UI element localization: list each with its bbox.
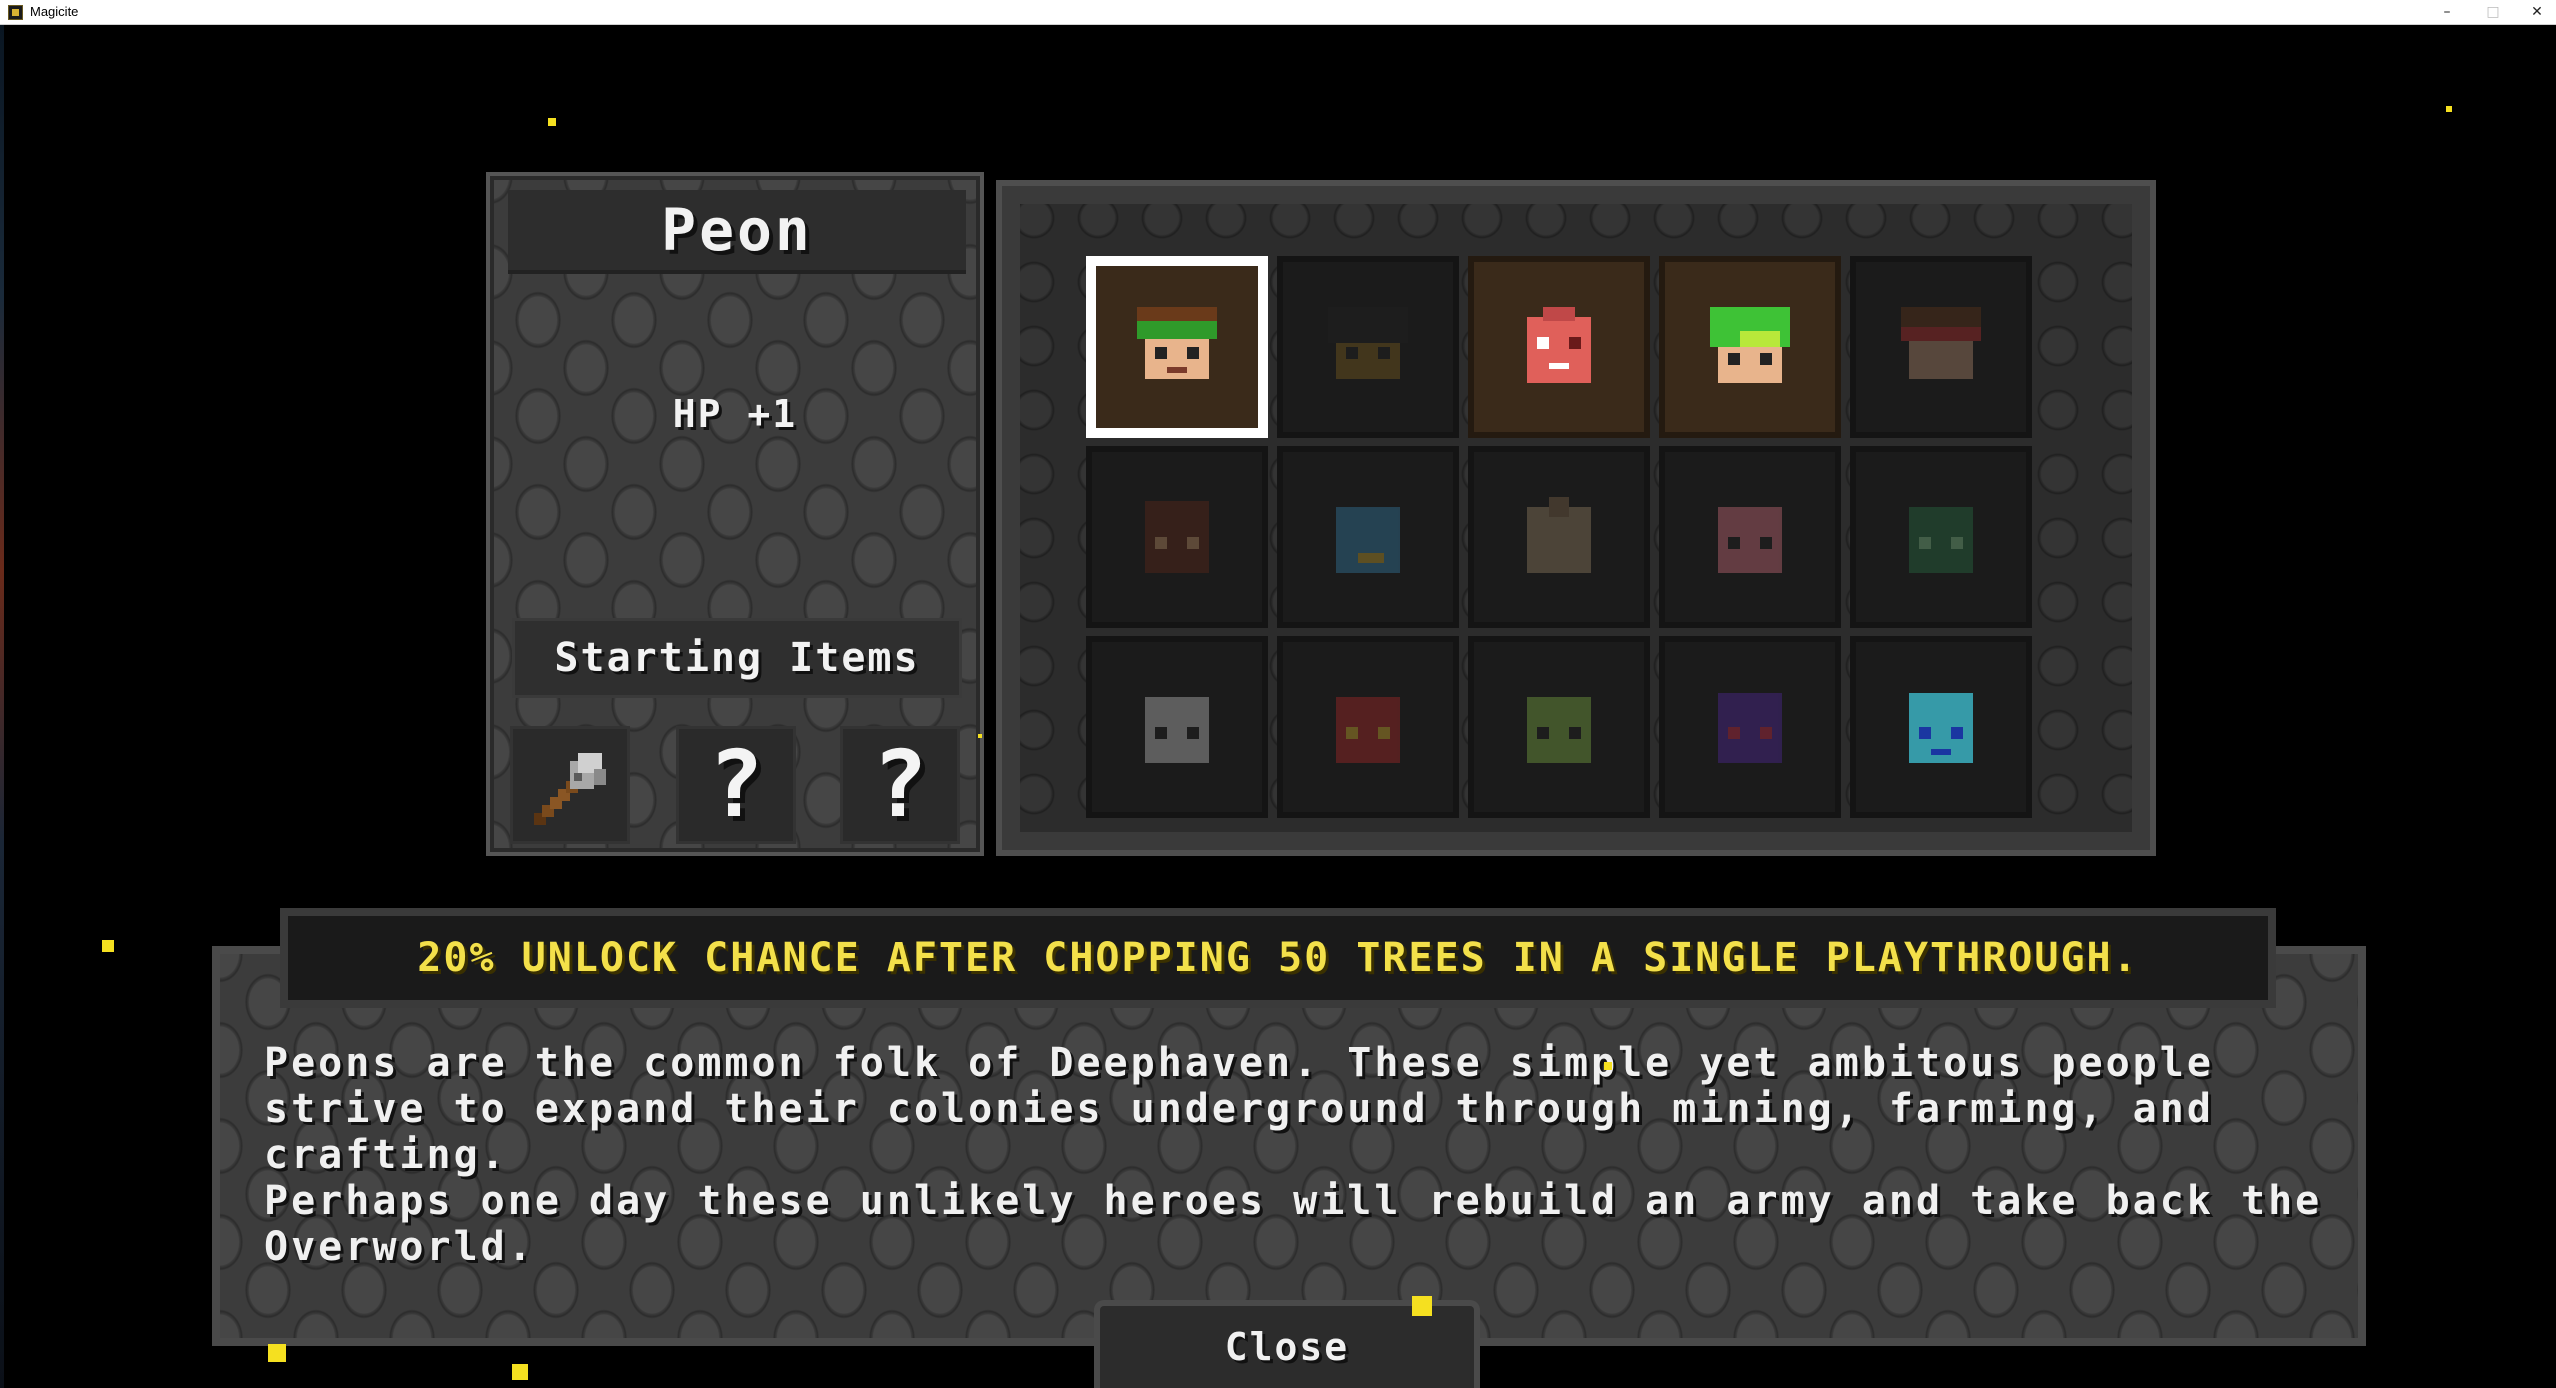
starting-item-slot-1[interactable]	[510, 726, 630, 844]
game-screen: Magicite – □ ✕ Peon HP +1 Starting Items	[0, 0, 2556, 1388]
sparkle-particle	[1412, 1296, 1432, 1316]
white-ghost-portrait-icon	[1137, 687, 1217, 767]
green-goblin-portrait-icon	[1901, 497, 1981, 577]
sparkle-particle	[548, 118, 556, 126]
character-cell-locked[interactable]	[1659, 446, 1841, 628]
cyan-crystal-portrait-icon	[1901, 687, 1981, 767]
starting-item-slot-2[interactable]: ?	[676, 726, 796, 844]
character-cell-locked[interactable]	[1468, 446, 1650, 628]
character-cell-locked[interactable]	[1086, 446, 1268, 628]
purple-demon-portrait-icon	[1710, 687, 1790, 767]
spiky-creature-portrait-icon	[1519, 497, 1599, 577]
pink-blob-portrait-icon	[1710, 497, 1790, 577]
desktop-edge	[0, 25, 4, 1388]
sparkle-particle	[1604, 1062, 1612, 1070]
class-stat: HP +1	[672, 392, 798, 436]
class-info-panel: Peon HP +1 Starting Items ? ?	[486, 172, 984, 856]
minimize-button[interactable]: –	[2424, 0, 2470, 24]
character-cell-locked[interactable]	[1850, 636, 2032, 818]
character-cell-locked[interactable]	[1086, 636, 1268, 818]
character-cell-locked[interactable]	[1277, 636, 1459, 818]
sparkle-particle	[512, 1364, 528, 1380]
unlock-condition-text: 20% UNLOCK CHANCE AFTER CHOPPING 50 TREE…	[417, 935, 2139, 981]
close-label: Close	[1224, 1325, 1350, 1369]
character-cell-green-hair[interactable]	[1659, 256, 1841, 438]
bandit-portrait-icon	[1901, 307, 1981, 387]
character-cell-peon[interactable]	[1086, 256, 1268, 438]
green-hair-portrait-icon	[1710, 307, 1790, 387]
dark-knight-portrait-icon	[1328, 307, 1408, 387]
unknown-item-icon: ?	[872, 731, 928, 838]
description-line: Peons are the common folk of Deephaven. …	[264, 1040, 2214, 1086]
character-select-panel	[996, 180, 2156, 856]
character-grid	[1086, 256, 2032, 818]
window-titlebar: Magicite – □ ✕	[0, 0, 2556, 25]
starting-items-label: Starting Items	[554, 635, 920, 681]
close-window-button[interactable]: ✕	[2514, 0, 2556, 24]
description-line: strive to expand their colonies undergro…	[264, 1086, 2214, 1178]
green-slime-portrait-icon	[1519, 687, 1599, 767]
red-beast-portrait-icon	[1328, 687, 1408, 767]
character-cell-locked[interactable]	[1277, 446, 1459, 628]
maximize-button[interactable]: □	[2470, 0, 2516, 24]
sparkle-particle	[102, 940, 114, 952]
description-line: Perhaps one day these unlikely heroes wi…	[264, 1178, 2323, 1224]
character-cell-locked[interactable]	[1850, 256, 2032, 438]
app-icon	[8, 5, 23, 20]
character-cell-locked[interactable]	[1468, 636, 1650, 818]
sparkle-particle	[978, 734, 982, 738]
unlock-condition-bar: 20% UNLOCK CHANCE AFTER CHOPPING 50 TREE…	[280, 908, 2276, 1008]
character-cell-pink-creature[interactable]	[1468, 256, 1650, 438]
sparkle-particle	[268, 1344, 286, 1362]
description-line: Overworld.	[264, 1224, 535, 1270]
peon-portrait-icon	[1137, 307, 1217, 387]
starting-item-slot-3[interactable]: ?	[840, 726, 960, 844]
axe-icon	[534, 753, 606, 825]
class-name: Peon	[661, 196, 813, 264]
sparkle-particle	[2446, 106, 2452, 112]
brown-creature-portrait-icon	[1137, 497, 1217, 577]
window-title: Magicite	[30, 4, 79, 19]
unknown-item-icon: ?	[708, 731, 764, 838]
blue-bird-portrait-icon	[1328, 497, 1408, 577]
starting-items-header: Starting Items	[512, 618, 962, 698]
class-name-bar: Peon	[508, 190, 966, 274]
pink-creature-portrait-icon	[1519, 307, 1599, 387]
class-description: Peons are the common folk of Deephaven. …	[264, 1040, 2324, 1270]
character-cell-locked[interactable]	[1659, 636, 1841, 818]
character-cell-locked[interactable]	[1850, 446, 2032, 628]
character-cell-locked[interactable]	[1277, 256, 1459, 438]
